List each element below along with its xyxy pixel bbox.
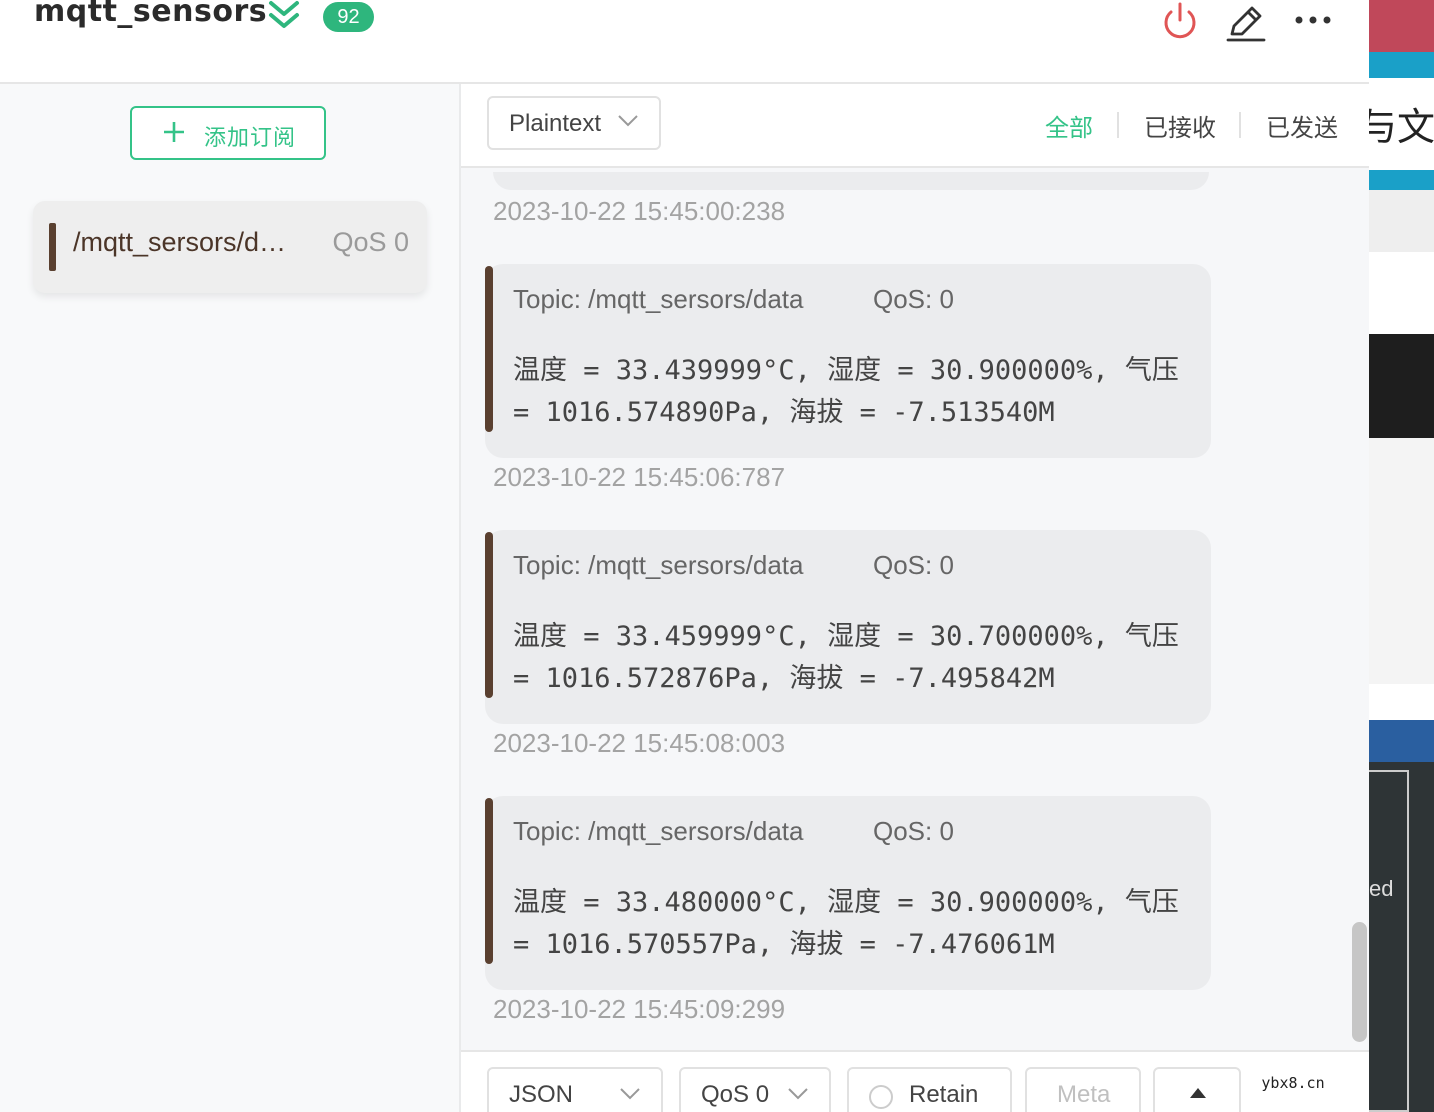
format-select-value: Plaintext <box>509 110 602 137</box>
message-color-bar <box>485 798 493 964</box>
payload-format-value: JSON <box>509 1081 574 1108</box>
message-bubble[interactable]: Topic: /mqtt_sersors/data QoS: 0 温度 = 33… <box>485 530 1211 724</box>
message-payload: 温度 = 33.459999°C, 湿度 = 30.700000%, 气压 = … <box>513 621 1179 694</box>
background-partial-text-2: ed <box>1369 876 1394 901</box>
message-topic: Topic: /mqtt_sersors/data <box>513 550 804 580</box>
retain-label: Retain <box>909 1081 979 1108</box>
watermark: ybx8.cn <box>1244 1066 1342 1100</box>
message-topic: Topic: /mqtt_sersors/data <box>513 284 804 314</box>
message-qos: QoS: 0 <box>873 550 954 580</box>
meta-label: Meta <box>1057 1081 1111 1108</box>
background-dialog-frame <box>1369 770 1409 1112</box>
chevron-down-icon <box>620 1088 640 1100</box>
message-toolbar: Plaintext 全部 已接收 已发送 <box>461 84 1369 168</box>
message-bubble[interactable]: Topic: /mqtt_sersors/data QoS: 0 温度 = 33… <box>485 796 1211 990</box>
message-time: 2023-10-22 15:45:06:787 <box>493 462 786 492</box>
background-window-dark <box>1369 334 1434 438</box>
subscription-item[interactable]: /mqtt_sersors/d… QoS 0 <box>33 201 427 293</box>
connection-header: mqtt_sensors 92 <box>0 0 1369 84</box>
background-window-bar <box>1369 52 1434 78</box>
expand-button[interactable] <box>1153 1067 1241 1112</box>
message-color-bar <box>485 532 493 698</box>
scrollbar-thumb[interactable] <box>1352 922 1367 1042</box>
message-time: 2023-10-22 15:45:00:238 <box>493 196 786 226</box>
filter-all-tab[interactable]: 全部 <box>1045 108 1093 143</box>
message-time: 2023-10-22 15:45:08:003 <box>493 728 786 758</box>
meta-button[interactable]: Meta <box>1025 1067 1141 1112</box>
retain-checkbox[interactable]: Retain <box>847 1067 1012 1112</box>
message-payload: 温度 = 33.480000°C, 湿度 = 30.900000%, 气压 = … <box>513 887 1179 960</box>
chevron-down-icon <box>618 115 638 127</box>
power-icon[interactable] <box>1158 0 1202 44</box>
subscription-color-bar <box>49 223 56 271</box>
format-select[interactable]: Plaintext <box>487 96 661 150</box>
message-bubble-partial <box>493 172 1209 190</box>
edit-icon[interactable] <box>1224 0 1268 44</box>
message-qos: QoS: 0 <box>873 284 954 314</box>
filter-divider <box>1239 112 1241 138</box>
message-topic: Topic: /mqtt_sersors/data <box>513 816 804 846</box>
background-window-strip <box>1369 252 1434 334</box>
message-bubble[interactable]: Topic: /mqtt_sersors/data QoS: 0 温度 = 33… <box>485 264 1211 458</box>
background-window-strip <box>1369 190 1434 252</box>
background-desktop: 与文章 ed <box>1369 0 1434 1112</box>
message-time: 2023-10-22 15:45:09:299 <box>493 994 786 1024</box>
publish-qos-value: QoS 0 <box>701 1081 770 1108</box>
publish-bar: JSON QoS 0 Retain Meta <box>461 1050 1369 1112</box>
message-list: Plaintext 全部 已接收 已发送 2023-10-22 15:45:00… <box>461 84 1369 1050</box>
message-payload: 温度 = 33.439999°C, 湿度 = 30.900000%, 气压 = … <box>513 355 1179 428</box>
filter-divider <box>1117 112 1119 138</box>
chevrons-down-icon[interactable] <box>266 0 302 34</box>
more-icon[interactable] <box>1291 0 1335 44</box>
subscription-qos: QoS 0 <box>332 227 409 257</box>
add-subscription-button[interactable]: 添加订阅 <box>130 106 326 160</box>
background-window-strip <box>1369 684 1434 720</box>
chevron-down-icon <box>788 1088 808 1100</box>
filter-sent-tab[interactable]: 已发送 <box>1266 108 1338 143</box>
background-window-bar <box>1369 170 1434 190</box>
payload-format-select[interactable]: JSON <box>487 1067 663 1112</box>
mqtt-client-window: mqtt_sensors 92 添加订阅 /mqtt_sersors/d… Qo… <box>0 0 1369 1112</box>
connection-name: mqtt_sensors <box>34 0 268 29</box>
publish-qos-select[interactable]: QoS 0 <box>679 1067 831 1112</box>
message-qos: QoS: 0 <box>873 816 954 846</box>
filter-received-tab[interactable]: 已接收 <box>1144 108 1216 143</box>
background-window-strip <box>1369 438 1434 684</box>
retain-radio-icon <box>869 1085 893 1109</box>
message-count-badge: 92 <box>323 2 374 32</box>
message-color-bar <box>485 266 493 432</box>
background-partial-text: 与文章 <box>1369 105 1434 149</box>
subscriptions-panel: 添加订阅 /mqtt_sersors/d… QoS 0 <box>0 84 461 1112</box>
plus-icon <box>164 122 184 142</box>
add-subscription-label: 添加订阅 <box>204 125 297 150</box>
background-window-titlebar <box>1369 0 1434 52</box>
background-window-titlebar <box>1369 720 1434 762</box>
subscription-topic: /mqtt_sersors/d… <box>73 227 287 257</box>
caret-up-icon <box>1190 1088 1206 1098</box>
